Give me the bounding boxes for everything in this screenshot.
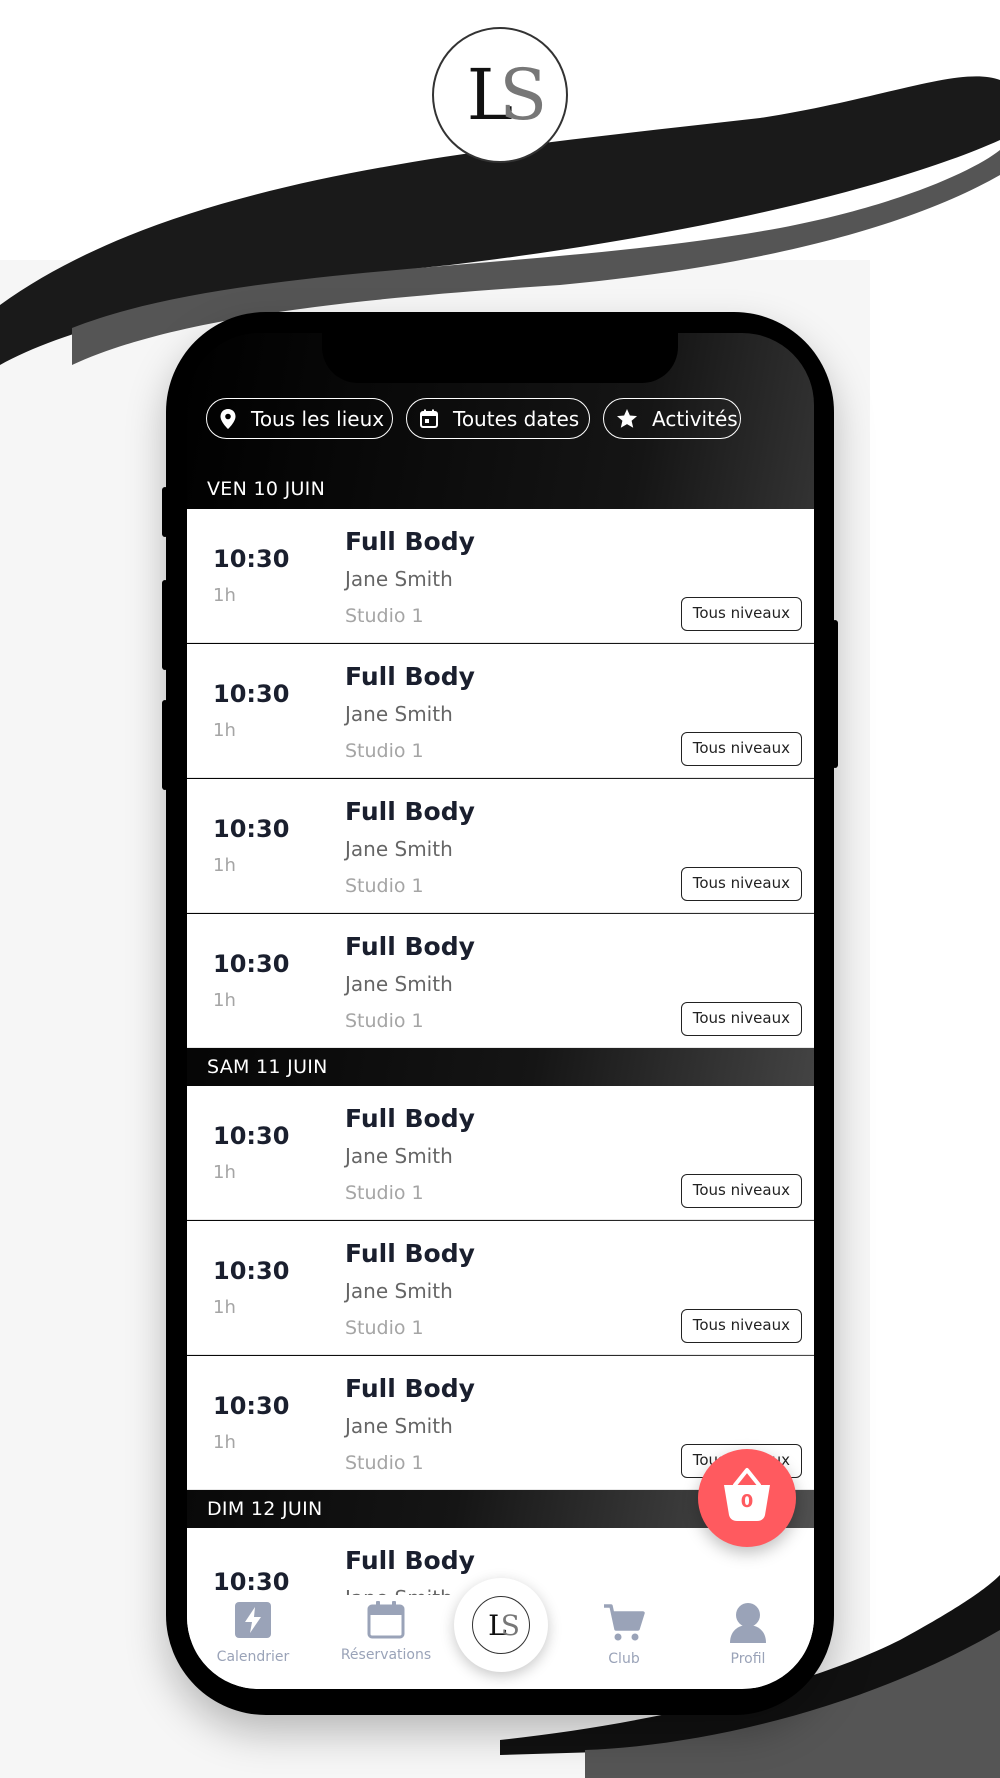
session-coach: Jane Smith [345, 1144, 453, 1168]
filter-location-label: Tous les lieux [251, 406, 385, 431]
session-row[interactable]: 10:30 1h Full Body Jane Smith Studio 1 T… [187, 509, 814, 643]
session-time: 10:30 [213, 1392, 290, 1420]
session-coach: Jane Smith [345, 567, 453, 591]
home-logo-monogram: LS [488, 1608, 520, 1642]
session-row[interactable]: 10:30 1h Full Body Jane Smith Studio 1 T… [187, 1086, 814, 1220]
nav-reservations[interactable]: Réservations [331, 1595, 441, 1689]
session-duration: 1h [213, 1297, 236, 1318]
calendar-icon [420, 409, 438, 428]
user-icon [730, 1603, 766, 1643]
nav-calendar-label: Calendrier [216, 1649, 290, 1665]
session-coach: Jane Smith [345, 1279, 453, 1303]
brand-logo: LS [432, 27, 568, 163]
day-header: SAM 11 JUIN [207, 1056, 328, 1078]
filter-date-chip[interactable]: Toutes dates [406, 398, 590, 439]
cart-count: 0 [740, 1491, 754, 1512]
session-coach: Jane Smith [345, 702, 453, 726]
level-badge: Tous niveaux [680, 1002, 802, 1036]
nav-profile[interactable]: Profil [693, 1595, 803, 1689]
session-duration: 1h [213, 720, 236, 741]
session-title: Full Body [345, 1374, 475, 1403]
session-coach: Jane Smith [345, 972, 453, 996]
phone-notch [322, 333, 678, 383]
session-time: 10:30 [213, 545, 290, 573]
nav-reservations-label: Réservations [340, 1647, 432, 1663]
session-title: Full Body [345, 1239, 475, 1268]
session-room: Studio 1 [345, 1010, 424, 1032]
session-time: 10:30 [213, 680, 290, 708]
session-duration: 1h [213, 990, 236, 1011]
location-pin-icon [220, 408, 236, 429]
session-title: Full Body [345, 797, 475, 826]
logo-letter-l: L [466, 54, 514, 136]
session-time: 10:30 [213, 950, 290, 978]
session-time: 10:30 [213, 815, 290, 843]
filter-activity-chip[interactable]: Activités [603, 398, 741, 439]
session-title: Full Body [345, 932, 475, 961]
phone-volume-up-button [162, 580, 168, 670]
session-duration: 1h [213, 585, 236, 606]
day-header: VEN 10 JUIN [207, 478, 326, 500]
cart-fab-button[interactable]: 0 [698, 1449, 796, 1547]
home-logo-letter-l: L [488, 1608, 506, 1642]
session-room: Studio 1 [345, 875, 424, 897]
filter-location-chip[interactable]: Tous les lieux [206, 398, 393, 439]
phone-power-button [832, 620, 838, 768]
filter-date-label: Toutes dates [453, 406, 580, 431]
calendar-icon [367, 1601, 405, 1639]
lightning-icon [235, 1602, 271, 1638]
home-logo-letter-s: S [500, 1608, 520, 1642]
session-time: 10:30 [213, 1122, 290, 1150]
session-duration: 1h [213, 855, 236, 876]
nav-club[interactable]: Club [569, 1595, 679, 1689]
session-coach: Jane Smith [345, 837, 453, 861]
cart-icon [604, 1604, 645, 1641]
session-title: Full Body [345, 1546, 475, 1575]
session-room: Studio 1 [345, 605, 424, 627]
home-logo-ring: LS [472, 1596, 530, 1654]
level-badge: Tous niveaux [680, 867, 802, 901]
star-icon [617, 409, 637, 428]
session-row[interactable]: 10:30 1h Full Body Jane Smith Studio 1 T… [187, 1221, 814, 1355]
nav-home-logo-button[interactable]: LS [454, 1578, 548, 1672]
session-coach: Jane Smith [345, 1414, 453, 1438]
nav-profile-label: Profil [730, 1651, 766, 1667]
nav-calendar[interactable]: Calendrier [198, 1595, 308, 1689]
session-title: Full Body [345, 662, 475, 691]
session-duration: 1h [213, 1162, 236, 1183]
nav-club-label: Club [608, 1651, 640, 1667]
session-duration: 1h [213, 1432, 236, 1453]
day-header: DIM 12 JUIN [207, 1498, 323, 1520]
level-badge: Tous niveaux [680, 732, 802, 766]
session-title: Full Body [345, 527, 475, 556]
session-room: Studio 1 [345, 1182, 424, 1204]
logo-letter-s: S [499, 54, 547, 136]
session-room: Studio 1 [345, 1317, 424, 1339]
phone-volume-down-button [162, 700, 168, 790]
filter-activity-label: Activités [652, 406, 738, 431]
brand-logo-monogram: LS [466, 54, 547, 136]
session-title: Full Body [345, 1104, 475, 1133]
session-row[interactable]: 10:30 1h Full Body Jane Smith Studio 1 T… [187, 644, 814, 778]
filter-bar: Tous les lieux Toutes dates Activités [206, 398, 741, 439]
session-room: Studio 1 [345, 740, 424, 762]
phone-mute-button [162, 487, 168, 537]
session-row[interactable]: 10:30 1h Full Body Jane Smith Studio 1 T… [187, 914, 814, 1048]
session-row[interactable]: 10:30 1h Full Body Jane Smith Studio 1 T… [187, 779, 814, 913]
level-badge: Tous niveaux [680, 1174, 802, 1208]
session-time: 10:30 [213, 1257, 290, 1285]
session-room: Studio 1 [345, 1452, 424, 1474]
level-badge: Tous niveaux [680, 1309, 802, 1343]
session-time: 10:30 [213, 1568, 290, 1596]
level-badge: Tous niveaux [680, 597, 802, 631]
